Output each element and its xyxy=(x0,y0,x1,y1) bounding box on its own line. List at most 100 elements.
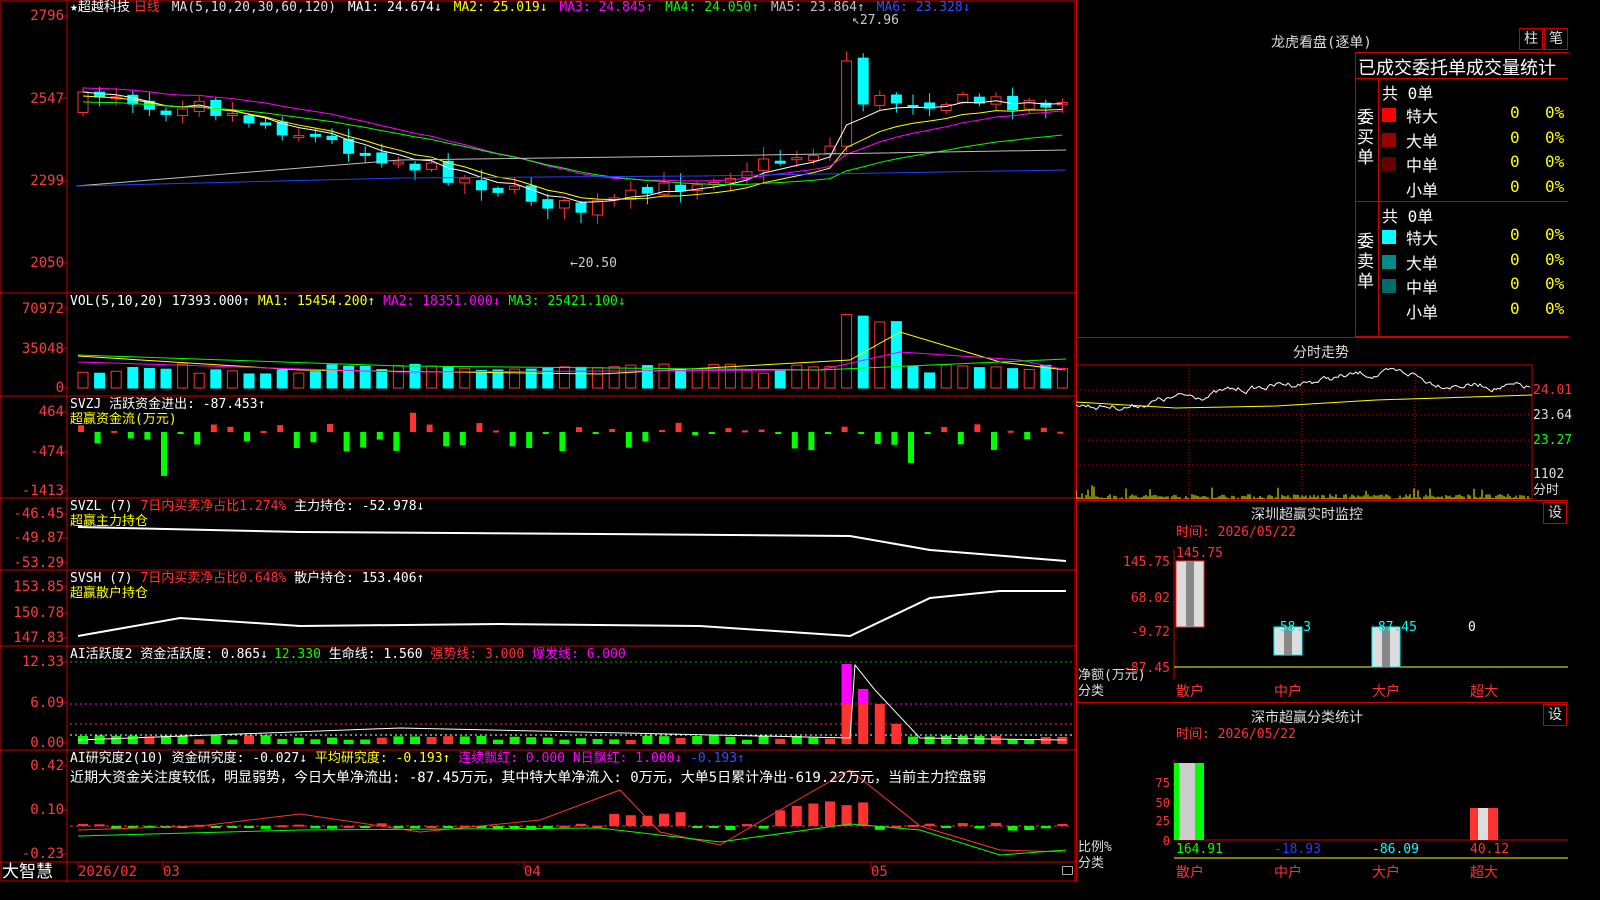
row-pct: 0% xyxy=(1545,274,1565,293)
fenshi-title: 分时走势 xyxy=(1293,345,1349,361)
ai-active-bar xyxy=(891,724,902,744)
row-name: 大单 xyxy=(1406,131,1439,151)
fund-flow-bar xyxy=(991,432,997,450)
fund-flow-bar xyxy=(144,432,151,440)
ai-active-bar xyxy=(609,739,620,744)
candle-down xyxy=(309,133,321,137)
ai-research-bar xyxy=(858,802,869,826)
candle-up xyxy=(807,155,819,161)
volume-bar xyxy=(226,370,238,389)
ai-research-value: 资金研究度: -0.027↓ xyxy=(171,751,308,766)
candle-down xyxy=(675,184,687,192)
volume-bar xyxy=(608,366,620,389)
fenshi-price-3: 23.27 xyxy=(1533,433,1573,448)
monitor-chart[interactable]: 145.7568.02-9.72-87.45145.75散户-58.3中户-87… xyxy=(1076,540,1568,700)
monitor-time: 时间: 2026/05/22 xyxy=(1176,525,1296,540)
candle-down xyxy=(857,57,869,105)
monitor-axis-label2: 分类 xyxy=(1078,684,1105,699)
volume-bar xyxy=(1023,369,1035,389)
stats-divider-2 xyxy=(1355,201,1568,202)
ma6-line xyxy=(75,169,1067,187)
fund-flow-bar xyxy=(244,432,250,442)
period-label[interactable]: 日线 xyxy=(134,0,160,15)
kline-chart-area[interactable] xyxy=(0,0,1076,882)
fund-flow-bar xyxy=(509,432,516,447)
ai-research-bar xyxy=(78,823,88,826)
ai-research-bar xyxy=(1024,826,1035,830)
ai-active-bar xyxy=(576,738,586,744)
ai-research-line xyxy=(77,823,1067,856)
sell-total: 共 0单 xyxy=(1382,207,1434,226)
volume-bar xyxy=(841,313,853,389)
volume-bar xyxy=(260,373,272,389)
row-swatch xyxy=(1382,108,1396,122)
ai-research-bar xyxy=(908,824,918,827)
ai-active-bar xyxy=(542,737,553,744)
candle-up xyxy=(177,108,189,117)
date-tick-4: 05 xyxy=(871,864,888,880)
volume-bar xyxy=(724,363,736,389)
ai-active-bar xyxy=(293,737,304,744)
class-chart[interactable]: 75 50 25 0 164.91 散户 -18.93 中户 -86.09 大户 40.12 超大 xyxy=(1076,745,1568,882)
row-count: 0 xyxy=(1510,225,1520,244)
price-label-3: 2299 xyxy=(30,173,64,189)
favorite-star-icon[interactable]: ★ xyxy=(70,0,78,15)
class-value: 40.12 xyxy=(1470,842,1509,857)
ai-research-bar xyxy=(659,813,669,826)
candle-down xyxy=(260,122,272,126)
fund-flow-bar xyxy=(360,432,367,448)
row-name: 中单 xyxy=(1406,156,1439,175)
class-time: 时间: 2026/05/22 xyxy=(1176,727,1296,742)
svsh-title: SVSH (7) xyxy=(70,571,133,586)
svsh-label-1: 153.85 xyxy=(13,579,64,595)
fund-flow-bar xyxy=(576,427,582,432)
ai-active-header: AI活跃度2 资金活跃度: 0.865↓ 12.330 生命线: 1.560 强势… xyxy=(70,647,626,663)
fenshi-frame xyxy=(1076,364,1533,500)
row-name: 特大 xyxy=(1406,107,1439,126)
bar-mode-button[interactable]: 柱 xyxy=(1519,28,1543,50)
svzj-label-3: -1413 xyxy=(21,483,64,499)
class-category: 超大 xyxy=(1470,865,1498,881)
ai-active-bar xyxy=(376,737,387,744)
sell-side-label: 委卖单 xyxy=(1357,232,1374,292)
ai-active-bar xyxy=(127,735,138,744)
monitor-y-label: -9.72 xyxy=(1131,625,1170,640)
ai-research-comment: 近期大资金关注度较低，明显弱势，今日大单净流出: -87.45万元，其中特大单净… xyxy=(70,770,987,786)
monitor-y-label: 145.75 xyxy=(1123,555,1170,570)
candle-down xyxy=(442,160,454,183)
ai-research-bar xyxy=(343,825,354,828)
ai-research-bar xyxy=(924,823,935,826)
fund-flow-bar xyxy=(742,430,748,433)
ma-params: MA(5,10,20,30,60,120) xyxy=(171,0,337,15)
fund-flow-bar xyxy=(476,423,483,432)
ai-active-bar xyxy=(360,739,371,744)
fenshi-price-1: 24.01 xyxy=(1533,383,1573,398)
date-tick-3: 04 xyxy=(524,864,541,880)
ai-active-bar xyxy=(692,736,703,744)
ai-research-bar xyxy=(642,815,653,826)
volume-bar xyxy=(990,366,1002,389)
ai-active-bar xyxy=(227,739,238,744)
candle-down xyxy=(641,186,653,194)
ai-research-bar xyxy=(708,826,719,828)
row-pct: 0% xyxy=(1545,152,1565,171)
row-name: 特大 xyxy=(1406,229,1439,248)
ai-active-bar xyxy=(725,736,736,744)
ma1-value: MA1: 24.674↓ xyxy=(347,0,442,15)
fund-flow-bar xyxy=(891,432,898,445)
ai-burst-bar xyxy=(841,664,852,704)
ai-research-bar xyxy=(609,813,620,826)
ai-active-bar xyxy=(559,739,570,744)
fund-flow-bar xyxy=(775,432,782,434)
ma2-line xyxy=(82,95,1063,201)
ai-active-bar xyxy=(659,736,669,744)
lock-icon[interactable] xyxy=(1062,866,1073,875)
row-count: 0 xyxy=(1510,103,1520,122)
ai-research-bar xyxy=(426,825,437,828)
candle-down xyxy=(890,94,902,104)
monitor-settings-button[interactable]: 设 xyxy=(1543,502,1567,524)
fenshi-chart[interactable] xyxy=(1076,362,1568,500)
class-settings-button[interactable]: 设 xyxy=(1543,704,1567,726)
ai-research-bar xyxy=(94,824,105,827)
tick-mode-button[interactable]: 笔 xyxy=(1544,28,1568,50)
